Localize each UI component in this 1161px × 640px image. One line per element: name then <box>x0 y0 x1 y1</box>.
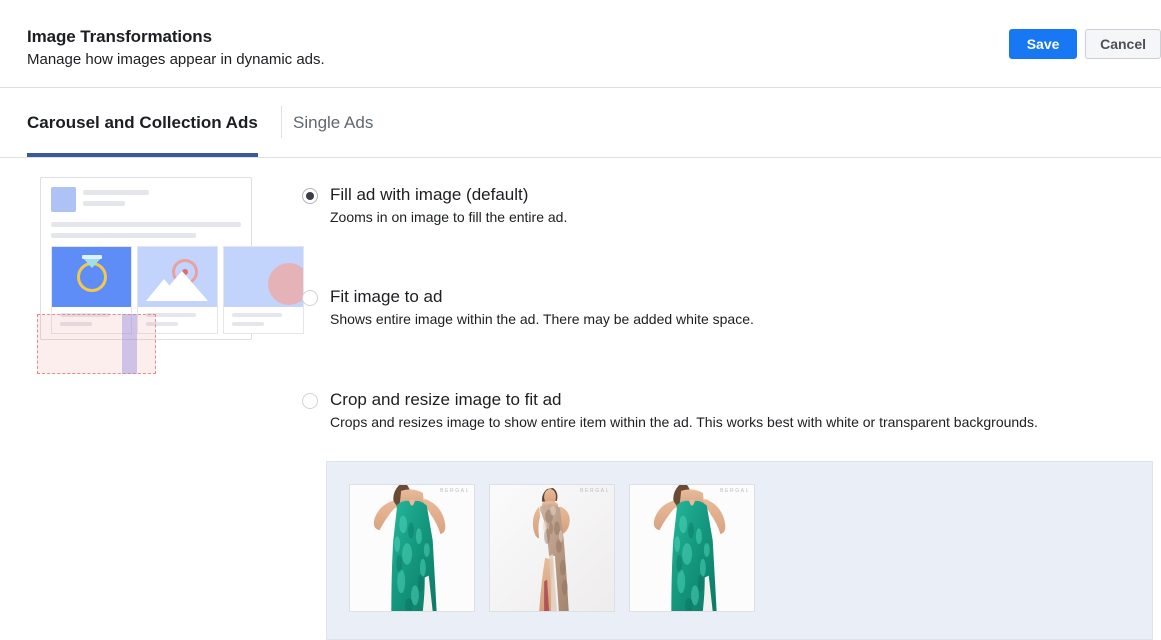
tab-single-ads[interactable]: Single Ads <box>293 88 373 157</box>
cancel-button[interactable]: Cancel <box>1085 29 1161 59</box>
preview-placeholder-line <box>83 201 125 206</box>
preview-placeholder-line <box>232 322 264 326</box>
ring-gem-shape <box>82 258 101 268</box>
dress-photo-teal-2 <box>630 485 754 611</box>
circle-shape <box>268 263 303 305</box>
dress-photo-nude <box>490 485 614 611</box>
preview-card <box>223 246 304 334</box>
tab-carousel-and-collection-ads[interactable]: Carousel and Collection Ads <box>27 88 258 157</box>
image-icon <box>138 247 217 307</box>
example-images-panel: BERGAL BERGAL BERGAL <box>326 461 1153 640</box>
preview-placeholder-line <box>83 190 149 195</box>
preview-placeholder-line <box>51 222 241 227</box>
carousel-ad-preview <box>37 177 304 374</box>
mountain-shape <box>146 279 182 301</box>
dress-photo-teal <box>350 485 474 611</box>
radio-crop-and-resize-image[interactable] <box>302 393 318 409</box>
radio-fill-ad-with-image[interactable] <box>302 188 318 204</box>
example-thumbnail[interactable]: BERGAL <box>489 484 615 612</box>
option-description: Crops and resizes image to show entire i… <box>330 414 1038 430</box>
preview-placeholder-line <box>232 313 282 317</box>
example-thumbnail[interactable]: BERGAL <box>629 484 755 612</box>
watermark-label: BERGAL <box>440 488 470 494</box>
page-header: Image Transformations Manage how images … <box>0 0 1161 88</box>
preview-placeholder-line <box>51 233 196 238</box>
option-label: Fill ad with image (default) <box>330 185 529 204</box>
tab-bar: Carousel and Collection Ads Single Ads <box>0 88 1161 158</box>
body-area: Fill ad with image (default) Zooms in on… <box>0 158 1161 640</box>
preview-carousel-cards <box>37 246 304 374</box>
example-thumbnail[interactable]: BERGAL <box>349 484 475 612</box>
radio-fit-image-to-ad[interactable] <box>302 290 318 306</box>
ring-icon <box>52 247 131 307</box>
option-description: Shows entire image within the ad. There … <box>330 311 754 327</box>
option-description: Zooms in on image to fill the entire ad. <box>330 209 568 225</box>
header-text-block: Image Transformations Manage how images … <box>27 26 325 70</box>
circle-icon <box>224 247 303 307</box>
page-subtitle: Manage how images appear in dynamic ads. <box>27 51 325 68</box>
header-actions: Save Cancel <box>1009 29 1161 59</box>
preview-ad-header <box>51 187 241 213</box>
tab-divider <box>281 106 282 138</box>
crop-region-overlay <box>37 314 156 374</box>
watermark-label: BERGAL <box>580 488 610 494</box>
option-label: Fit image to ad <box>330 287 443 306</box>
preview-avatar <box>51 187 76 212</box>
page-title: Image Transformations <box>27 27 212 46</box>
save-button[interactable]: Save <box>1009 29 1078 59</box>
image-transformations-page: Image Transformations Manage how images … <box>0 0 1161 640</box>
ring-gem-top-shape <box>81 255 102 259</box>
watermark-label: BERGAL <box>720 488 750 494</box>
crop-band-overlay <box>122 314 137 374</box>
option-label: Crop and resize image to fit ad <box>330 390 562 409</box>
